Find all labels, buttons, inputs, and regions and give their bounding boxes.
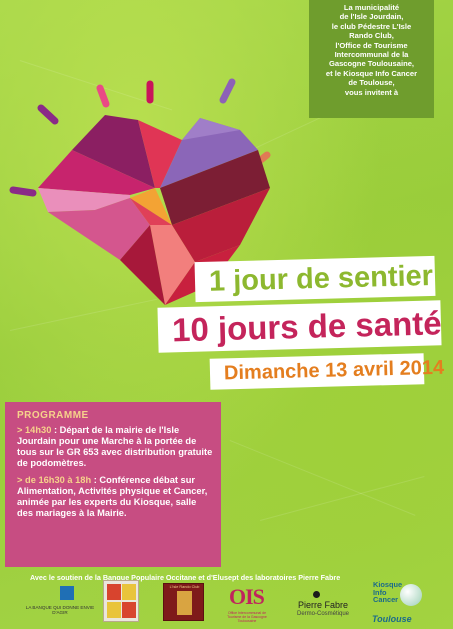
invitation-box: La municipalité de l'Isle Jourdain, le c… [309, 0, 434, 118]
programme-time: > 14h30 [17, 425, 52, 435]
isle-rando-club-caption: L'Isle Rando Club [169, 585, 200, 589]
heart-ray [219, 78, 236, 104]
partner-logos: LA BANQUE QUI DONNE ENVIE D'AGIR L'Isle … [0, 580, 453, 629]
headline-line-2-text: 10 jours de santé [171, 304, 443, 349]
heart-ray [248, 151, 271, 171]
heart-facet [160, 150, 270, 225]
invitation-line: vous invitent à [344, 87, 399, 97]
poster: La municipalité de l'Isle Jourdain, le c… [0, 0, 453, 629]
event-date-text: Dimanche 13 avril 2014 [223, 356, 445, 385]
programme-item: > 14h30 : Départ de la mairie de l'Isle … [17, 425, 213, 469]
invitation-line: l'Office de Tourisme [335, 40, 408, 50]
pierre-fabre-name: Pierre Fabre [297, 600, 349, 610]
headline-line-1-text: 1 jour de sentier [208, 259, 434, 298]
ois-caption: Office Intercommunal de Tourisme de la G… [227, 611, 267, 623]
kiosque-town: Toulouse [372, 614, 412, 624]
paper-crease [260, 476, 425, 521]
heart-facet [138, 120, 182, 188]
banque-populaire-logo [60, 586, 74, 600]
paper-crease [229, 440, 416, 516]
invitation-line: de Toulouse, [348, 78, 395, 88]
heart-facet [172, 188, 270, 262]
invitation-line: et le Kiosque Info Cancer [325, 68, 418, 78]
kiosque-circle-icon [400, 584, 422, 606]
programme-title: PROGRAMME [17, 410, 89, 421]
programme-item: > de 16h30 à 18h : Conférence débat sur … [17, 475, 213, 519]
heart-facet [38, 150, 155, 195]
event-date: Dimanche 13 avril 2014 [209, 353, 444, 390]
kiosque-info-cancer-logo: Kiosque Info Cancer Toulouse [370, 580, 432, 626]
heart-facet [38, 188, 130, 212]
heart-facet [130, 188, 172, 225]
invitation-line: de l'Isle Jourdain, [339, 12, 404, 22]
heart-facet [150, 225, 195, 305]
isle-rando-club-logo: L'Isle Rando Club [163, 583, 204, 621]
heart-facet [48, 198, 150, 260]
heart-facet [120, 225, 165, 305]
heart-facet [182, 118, 240, 140]
invitation-line: le club Pédestre L'Isle [331, 21, 412, 31]
pierre-fabre-logo: Pierre Fabre Dermo-Cosmétique [283, 591, 361, 625]
heart-ray [96, 84, 110, 108]
headline-line-2: 10 jours de santé [157, 300, 443, 353]
headline-line-1: 1 jour de sentier [194, 255, 436, 303]
programme-box: PROGRAMME > 14h30 : Départ de la mairie … [5, 402, 221, 567]
isle-jourdain-crest-logo [103, 580, 139, 622]
ois-text: OIS [229, 584, 265, 609]
heart-facet [72, 115, 155, 188]
paper-crease [10, 298, 157, 331]
pierre-fabre-dot-icon [313, 591, 320, 598]
heart-ray [9, 186, 37, 197]
invitation-line: Rando Club, [349, 31, 394, 41]
invitation-line: Intercommunal de la [334, 50, 409, 60]
kiosque-name-line: Cancer [373, 595, 399, 605]
heart-ray [37, 104, 59, 125]
paper-crease [19, 60, 173, 111]
tower-icon [177, 591, 192, 615]
banque-populaire-caption: LA BANQUE QUI DONNE ENVIE D'AGIR [25, 605, 95, 615]
heart-facet [130, 198, 172, 225]
programme-time: > de 16h30 à 18h [17, 475, 92, 485]
pierre-fabre-subtitle: Dermo-Cosmétique [296, 611, 350, 617]
invitation-line: Gascogne Toulousaine, [328, 59, 415, 69]
invitation-line: La municipalité [343, 3, 400, 12]
kiosque-name: Kiosque Info Cancer [373, 581, 402, 604]
heart-facet [160, 118, 258, 188]
ois-logo: OIS Office Intercommunal de Tourisme de … [226, 581, 268, 623]
